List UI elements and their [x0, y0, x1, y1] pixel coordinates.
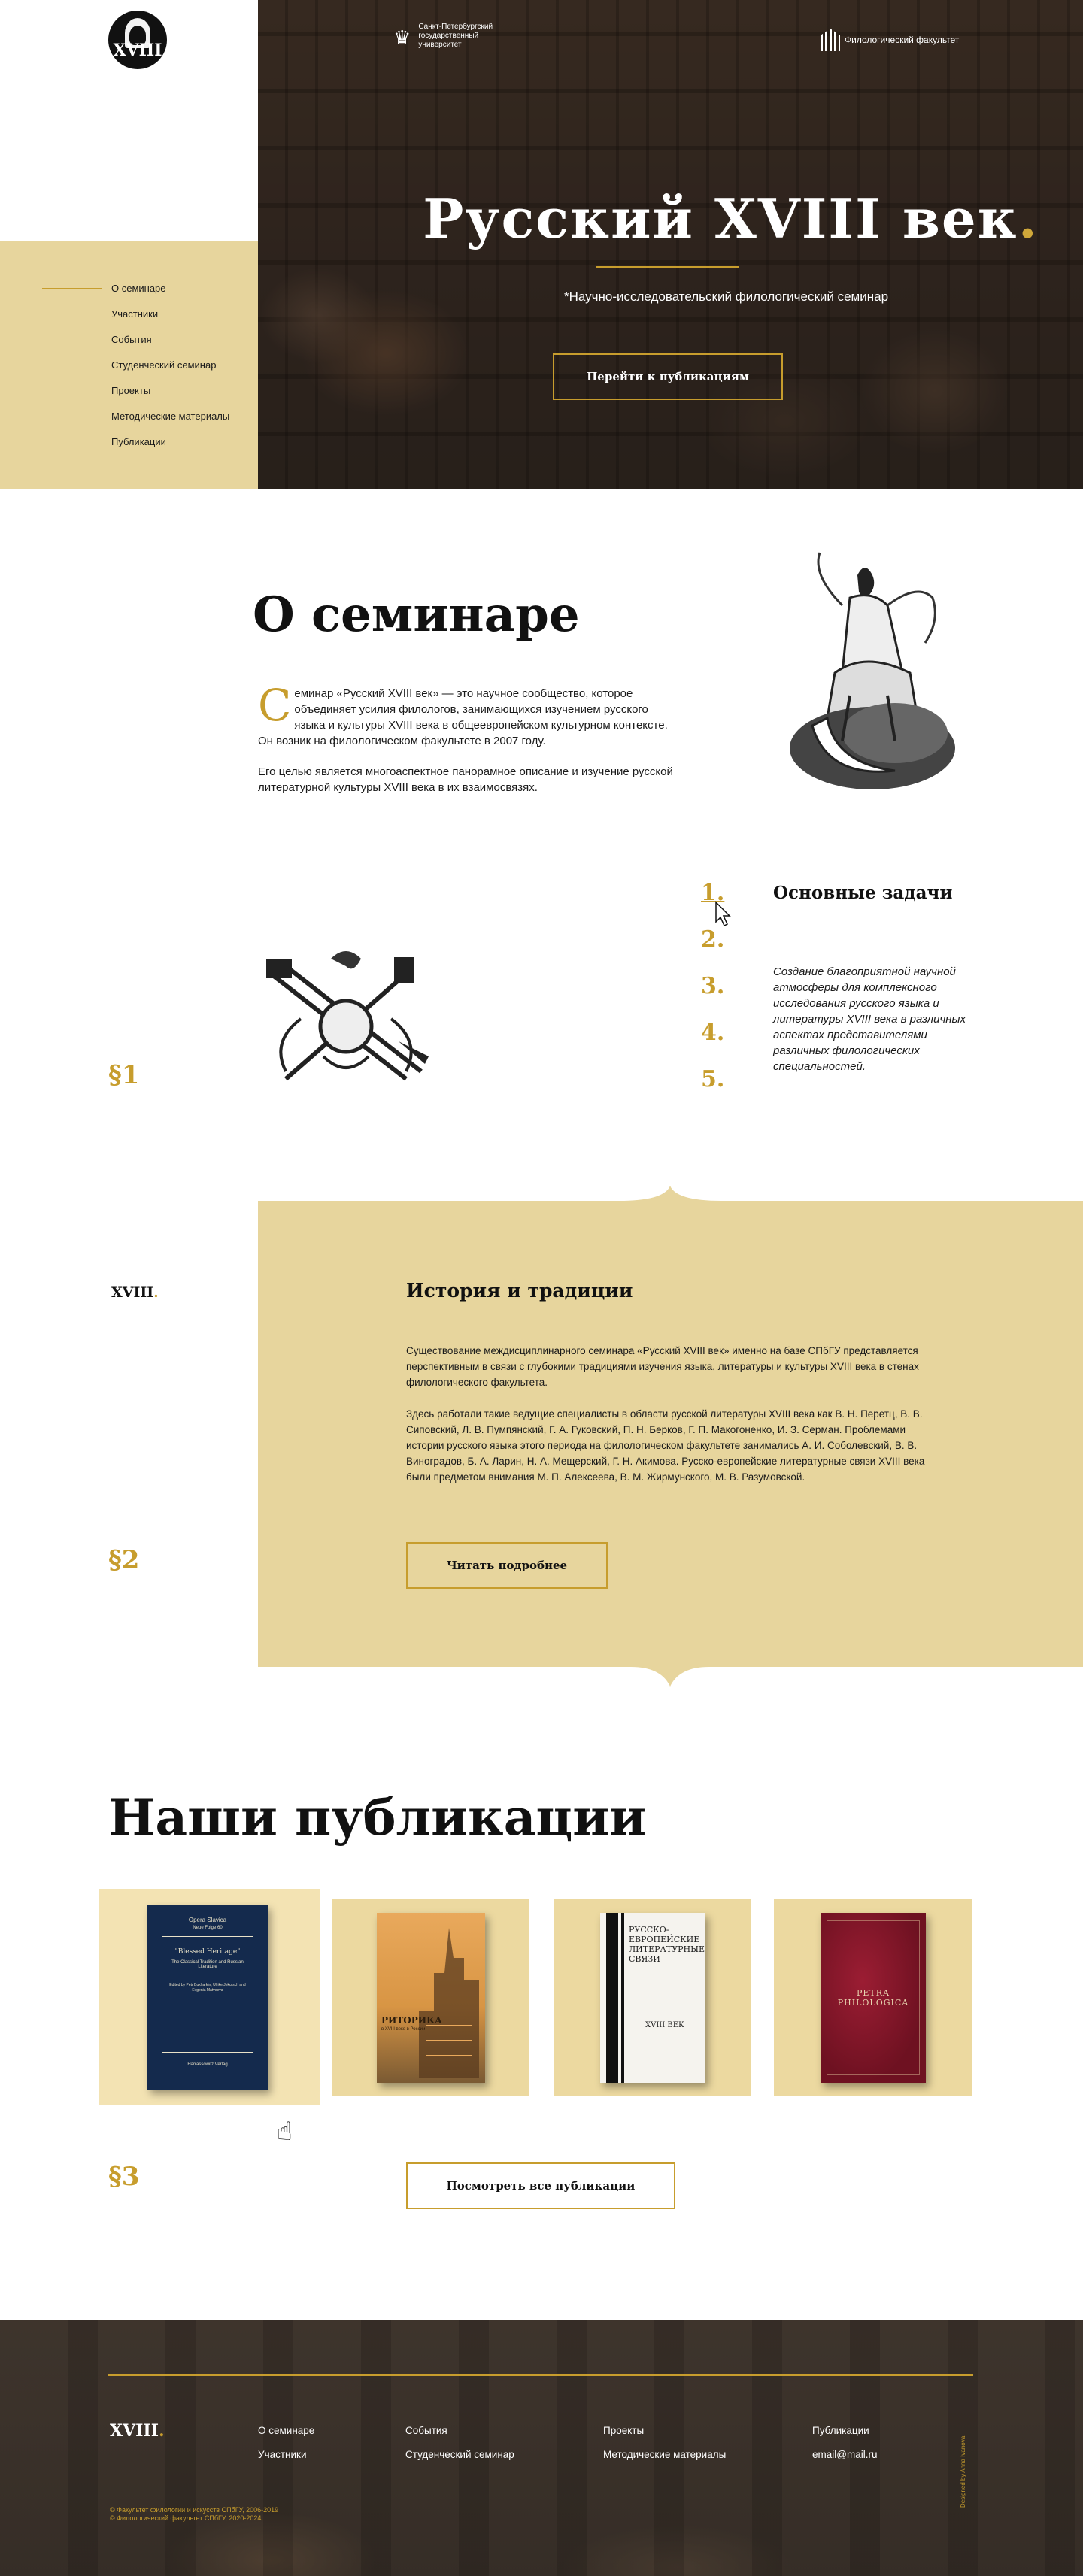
- nav-item-projects[interactable]: Проекты: [0, 382, 258, 408]
- nav-item-materials[interactable]: Методические материалы: [0, 408, 258, 433]
- footer-email-link[interactable]: email@mail.ru: [812, 2449, 877, 2460]
- hero-subtitle: *Научно-исследовательский филологический…: [563, 289, 889, 304]
- footer-divider: [108, 2374, 973, 2376]
- book-title: РУССКО-ЕВРОПЕЙСКИЕ ЛИТЕРАТУРНЫЕ СВЯЗИ: [629, 1925, 705, 1964]
- hand-pointer-icon: ☝: [277, 2117, 293, 2146]
- logo-text: XVIII: [113, 41, 162, 60]
- university-emblem-icon: ♛: [393, 26, 411, 49]
- section-marker-2: §2: [108, 1545, 140, 1575]
- allegory-engraving-image: [790, 552, 955, 789]
- university-link[interactable]: ♛ Санкт-Петербургский государственный ун…: [393, 23, 514, 53]
- university-name: Санкт-Петербургский государственный унив…: [418, 23, 493, 49]
- task-description: Создание благоприятной научной атмосферы…: [773, 965, 966, 1073]
- faculty-link[interactable]: Филологический факультет: [821, 29, 959, 51]
- hero-title: Русский XVIII век.: [423, 186, 1039, 250]
- publications-title: Наши публикации: [108, 1788, 647, 1847]
- book-subtitle: в XVIII веке в России: [381, 2027, 426, 2032]
- footer-logo[interactable]: XVIII.: [110, 2421, 165, 2441]
- task-number-5[interactable]: 5.: [701, 1066, 746, 1113]
- footer-link-publications[interactable]: Публикации: [812, 2425, 869, 2436]
- book-cover-russian-european: РУССКО-ЕВРОПЕЙСКИЕ ЛИТЕРАТУРНЫЕ СВЯЗИ XV…: [600, 1913, 705, 2083]
- faculty-name: Филологический факультет: [845, 35, 960, 45]
- logo-area: XVIII: [0, 0, 258, 241]
- view-all-publications-button[interactable]: Посмотреть все публикации: [406, 2162, 675, 2209]
- history-paragraph-1: Существование междисциплинарного семинар…: [406, 1345, 919, 1388]
- publication-card-1[interactable]: Opera Slavica Neue Folge 60 "Blessed Her…: [99, 1889, 320, 2105]
- mouse-pointer-icon: [715, 901, 731, 927]
- book-title: PETRA PHILOLOGICA: [837, 1988, 909, 2008]
- go-to-publications-button[interactable]: Перейти к публикациям: [553, 353, 783, 400]
- nav-item-members[interactable]: Участники: [0, 305, 258, 331]
- footer-link-projects[interactable]: Проекты: [603, 2425, 644, 2436]
- history-text: Существование междисциплинарного семинар…: [406, 1343, 925, 1485]
- about-title: О семинаре: [253, 586, 580, 643]
- book-publisher: Harrassowitz Verlag: [187, 2062, 228, 2067]
- publication-card-4[interactable]: PETRA PHILOLOGICA: [774, 1899, 972, 2096]
- crossed-keys-emblem-image: [266, 951, 429, 1081]
- section-marker-3: §3: [108, 2162, 140, 2192]
- footer-link-student-seminar[interactable]: Студенческий семинар: [405, 2449, 514, 2460]
- book-title: "Blessed Heritage": [174, 1948, 241, 1956]
- nav-item-student-seminar[interactable]: Студенческий семинар: [0, 356, 258, 382]
- book-cathedral-illustration: [419, 1928, 479, 2078]
- about-paragraph-1: Семинар «Русский XVIII век» — это научно…: [258, 680, 668, 747]
- book-cover-blessed-heritage: Opera Slavica Neue Folge 60 "Blessed Her…: [147, 1905, 268, 2090]
- task-number-4[interactable]: 4.: [701, 1020, 746, 1066]
- nav-item-about[interactable]: О семинаре: [0, 280, 258, 305]
- book-subtitle: The Classical Tradition and Russian Lite…: [171, 1960, 244, 1969]
- footer-link-members[interactable]: Участники: [258, 2449, 307, 2460]
- about-paragraph-2: Его целью является многоаспектное панора…: [258, 765, 673, 794]
- copyright-line-2: © Филологический факультет СПбГУ, 2020-2…: [110, 2514, 262, 2522]
- book-cover-rhetoric: РИТОРИКА в XVIII веке в России: [377, 1913, 485, 2083]
- footer-link-about[interactable]: О семинаре: [258, 2425, 314, 2436]
- about-text: Семинар «Русский XVIII век» — это научно…: [258, 680, 679, 796]
- dropcap: С: [258, 680, 292, 731]
- read-more-button[interactable]: Читать подробнее: [406, 1542, 608, 1589]
- publication-card-2[interactable]: РИТОРИКА в XVIII веке в России: [332, 1899, 529, 2096]
- history-paragraph-2: Здесь работали такие ведущие специалисты…: [406, 1408, 925, 1483]
- section-marker-1: §1: [108, 1060, 140, 1090]
- history-logo: XVIII.: [111, 1284, 159, 1301]
- book-series: Opera Slavica: [188, 1917, 227, 1923]
- designer-credit[interactable]: Designed by Anna Ivanova: [960, 2436, 966, 2508]
- footer-link-materials[interactable]: Методические материалы: [603, 2449, 726, 2460]
- footer-copyright: © Факультет филологии и искусств СПбГУ, …: [110, 2506, 278, 2523]
- hero-divider: [596, 266, 739, 268]
- book-editors: Edited by Petr Bukharkin, Ulrike Jekutsc…: [169, 1983, 246, 1993]
- copyright-line-1: © Факультет филологии и искусств СПбГУ, …: [110, 2506, 279, 2514]
- hero-banner: ♛ Санкт-Петербургский государственный ун…: [258, 0, 1083, 489]
- task-number-2[interactable]: 2.: [701, 926, 746, 973]
- tasks-title: Основные задачи: [773, 883, 953, 903]
- book-series-number: Neue Folge 60: [193, 1926, 223, 1930]
- site-logo[interactable]: XVIII: [108, 11, 167, 69]
- book-title: РИТОРИКА: [381, 2015, 442, 2026]
- nav-item-publications[interactable]: Публикации: [0, 433, 258, 459]
- nav-item-events[interactable]: События: [0, 331, 258, 356]
- side-nav: О семинаре Участники События Студенчески…: [0, 241, 258, 489]
- history-title: История и традиции: [406, 1280, 633, 1302]
- publication-card-3[interactable]: РУССКО-ЕВРОПЕЙСКИЕ ЛИТЕРАТУРНЫЕ СВЯЗИ XV…: [554, 1899, 751, 2096]
- book-subtitle: XVIII ВЕК: [645, 2021, 684, 2029]
- book-cover-petra-philologica: PETRA PHILOLOGICA: [821, 1913, 926, 2083]
- footer: XVIII. О семинаре Участники События Студ…: [0, 2320, 1083, 2576]
- faculty-building-icon: [821, 29, 840, 51]
- footer-link-events[interactable]: События: [405, 2425, 447, 2436]
- task-number-3[interactable]: 3.: [701, 973, 746, 1020]
